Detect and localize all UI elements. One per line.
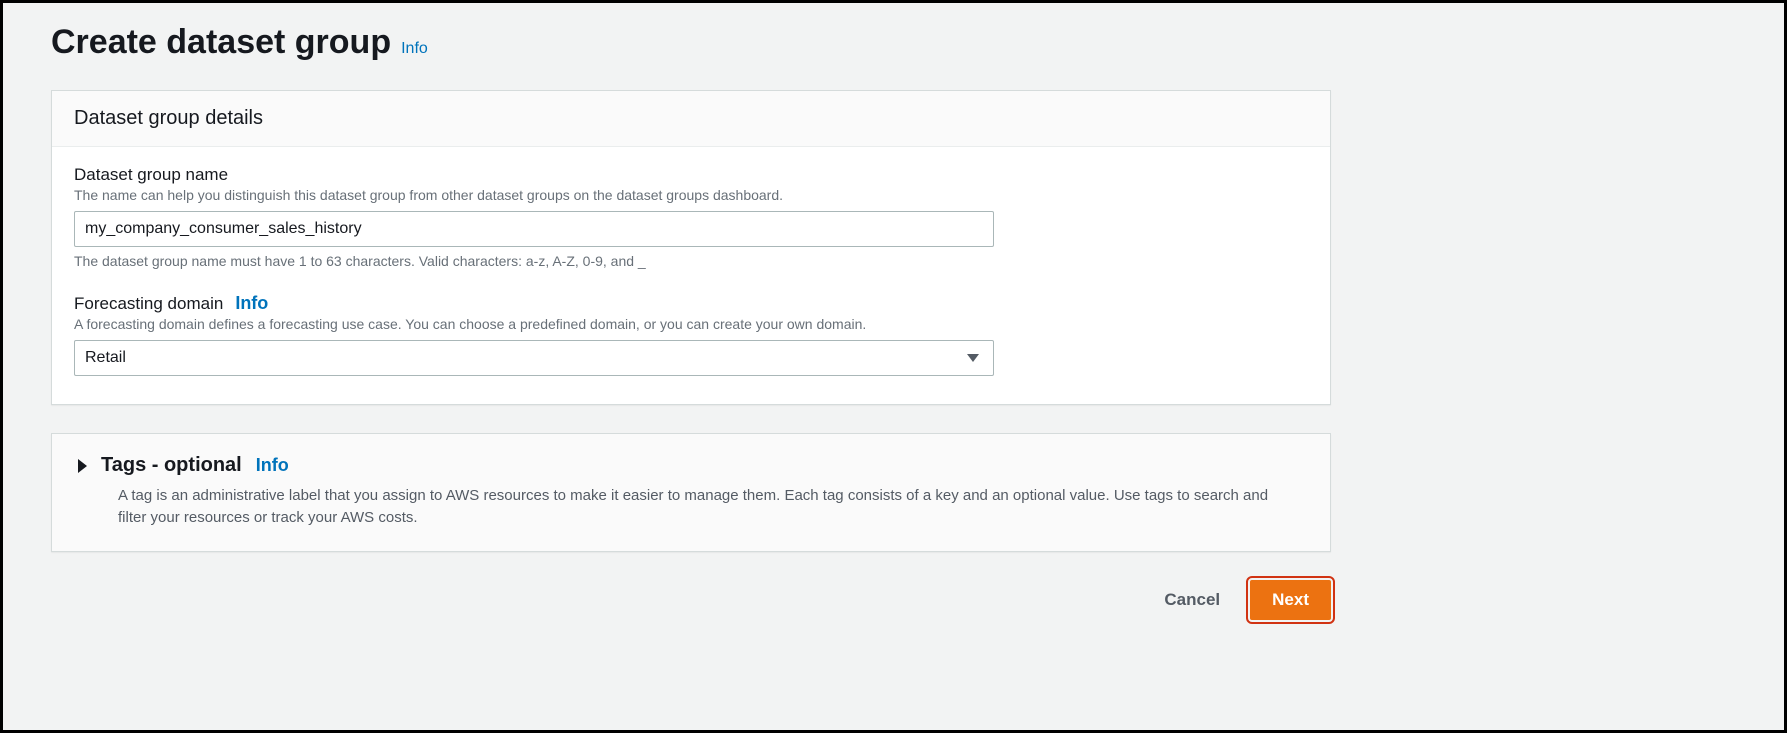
tags-panel: Tags - optional Info A tag is an adminis… — [51, 433, 1331, 552]
forecasting-domain-description: A forecasting domain defines a forecasti… — [74, 316, 1308, 332]
expand-caret-icon — [78, 459, 87, 473]
footer-actions: Cancel Next — [51, 580, 1331, 620]
forecasting-domain-label: Forecasting domain — [74, 294, 223, 314]
dataset-group-name-field: Dataset group name The name can help you… — [74, 165, 1308, 269]
page-title: Create dataset group — [51, 23, 391, 62]
dataset-group-name-label: Dataset group name — [74, 165, 1308, 185]
panel-header: Dataset group details — [52, 91, 1330, 147]
forecasting-domain-select[interactable]: Retail — [74, 340, 994, 376]
next-button[interactable]: Next — [1250, 580, 1331, 620]
forecasting-domain-info-link[interactable]: Info — [235, 293, 268, 314]
tags-panel-title: Tags - optional — [101, 454, 242, 477]
tags-panel-header[interactable]: Tags - optional Info — [76, 454, 1306, 477]
tags-panel-description: A tag is an administrative label that yo… — [118, 485, 1298, 529]
dataset-group-name-input[interactable] — [74, 211, 994, 247]
dataset-group-details-panel: Dataset group details Dataset group name… — [51, 90, 1331, 405]
panel-body: Dataset group name The name can help you… — [52, 147, 1330, 404]
page-frame: Create dataset group Info Dataset group … — [0, 0, 1787, 733]
tags-panel-info-link[interactable]: Info — [256, 455, 289, 476]
page-title-row: Create dataset group Info — [51, 23, 1736, 62]
caret-down-icon — [967, 354, 979, 362]
forecasting-domain-selected-value: Retail — [85, 349, 126, 367]
page-title-info-link[interactable]: Info — [401, 40, 428, 58]
dataset-group-name-hint: The dataset group name must have 1 to 63… — [74, 253, 1308, 269]
dataset-group-name-description: The name can help you distinguish this d… — [74, 187, 1308, 203]
forecasting-domain-label-row: Forecasting domain Info — [74, 293, 1308, 314]
forecasting-domain-field: Forecasting domain Info A forecasting do… — [74, 293, 1308, 376]
cancel-button[interactable]: Cancel — [1152, 582, 1232, 618]
forecasting-domain-select-wrap: Retail — [74, 340, 994, 376]
